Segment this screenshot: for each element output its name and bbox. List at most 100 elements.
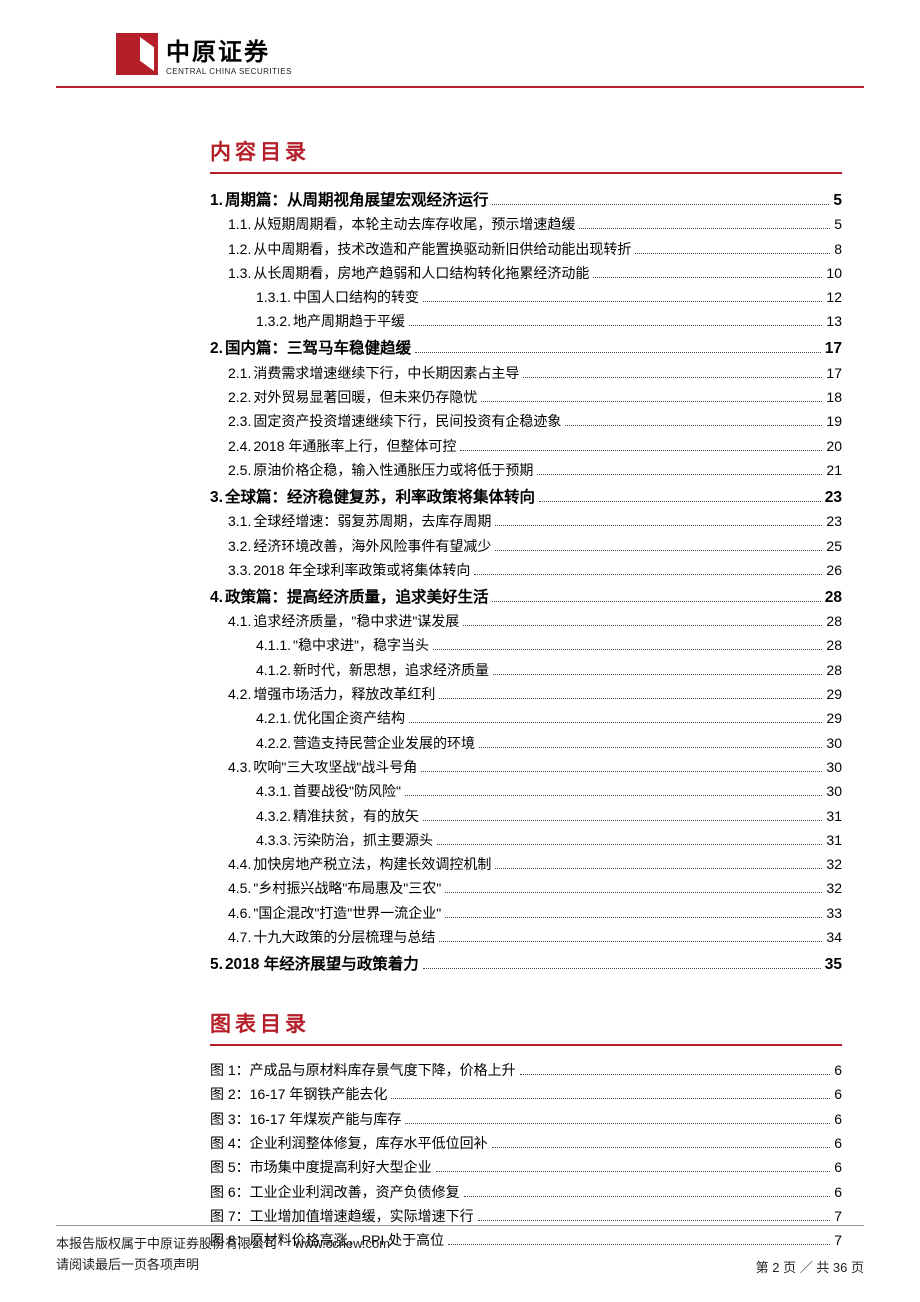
toc-entry[interactable]: 4.3.吹响"三大攻坚战"战斗号角30 [210, 757, 842, 777]
figure-entry-page: 6 [834, 1159, 842, 1175]
toc-entry[interactable]: 4.2.2.营造支持民营企业发展的环境30 [210, 733, 842, 753]
toc-entry-number: 4.4. [228, 856, 251, 872]
toc-leader-dots [495, 542, 822, 550]
toc-leader-dots [579, 221, 830, 229]
toc-entry[interactable]: 1.3.2.地产周期趋于平缓13 [210, 311, 842, 331]
toc-entry[interactable]: 4.4.加快房地产税立法，构建长效调控机制32 [210, 854, 842, 874]
figure-entry-label: 图 4：企业利润整体修复，库存水平低位回补 [210, 1133, 488, 1153]
toc-entry-page: 30 [826, 735, 842, 751]
toc-entry[interactable]: 4.3.3.污染防治，抓主要源头31 [210, 830, 842, 850]
figure-entry[interactable]: 图 7：工业增加值增速趋缓，实际增速下行7 [210, 1206, 842, 1226]
toc-entry-label: 吹响"三大攻坚战"战斗号角 [253, 757, 417, 777]
figure-list-heading: 图表目录 [210, 1008, 842, 1046]
toc-entry-number: 4.1.2. [256, 662, 291, 678]
toc-entry[interactable]: 4.2.增强市场活力，释放改革红利29 [210, 684, 842, 704]
toc-entry-page: 28 [826, 613, 842, 629]
toc-entry[interactable]: 4.7.十九大政策的分层梳理与总结34 [210, 927, 842, 947]
toc-entry-number: 4. [210, 589, 223, 607]
toc-entry-label: 经济环境改善，海外风险事件有望减少 [253, 536, 491, 556]
toc-leader-dots [635, 245, 830, 253]
figure-leader-dots [405, 1115, 830, 1123]
toc-entry-label: 国内篇：三驾马车稳健趋缓 [225, 336, 411, 358]
toc-entry-label: 政策篇：提高经济质量，追求美好生活 [225, 585, 489, 607]
toc-entry-number: 4.2. [228, 686, 251, 702]
toc-entry[interactable]: 1.3.1.中国人口结构的转变12 [210, 287, 842, 307]
toc-entry-number: 4.6. [228, 905, 251, 921]
toc-entry[interactable]: 4.1.2.新时代，新思想，追求经济质量28 [210, 660, 842, 680]
figure-entry[interactable]: 图 4：企业利润整体修复，库存水平低位回补6 [210, 1133, 842, 1153]
toc-entry-page: 13 [826, 313, 842, 329]
toc-leader-dots [460, 442, 822, 450]
toc-leader-dots [405, 788, 822, 796]
toc-entry[interactable]: 1.2.从中周期看，技术改造和产能置换驱动新旧供给动能出现转折8 [210, 239, 842, 259]
toc-entry-label: "稳中求进"，稳字当头 [293, 635, 429, 655]
toc-entry-page: 31 [826, 808, 842, 824]
toc-entry-number: 1.2. [228, 241, 251, 257]
toc-entry-page: 30 [826, 759, 842, 775]
toc-entry-page: 5 [834, 216, 842, 232]
toc-entry[interactable]: 1.1.从短期周期看，本轮主动去库存收尾，预示增速趋缓5 [210, 214, 842, 234]
toc-entry[interactable]: 2.4.2018 年通胀率上行，但整体可控20 [210, 436, 842, 456]
figure-entry[interactable]: 图 1：产成品与原材料库存景气度下降，价格上升6 [210, 1060, 842, 1080]
toc-entry-label: 周期篇：从周期视角展望宏观经济运行 [225, 188, 489, 210]
toc-entry[interactable]: 2.2.对外贸易显著回暖，但未来仍存隐忧18 [210, 387, 842, 407]
toc-leader-dots [493, 666, 822, 674]
toc-entry-label: 中国人口结构的转变 [293, 287, 419, 307]
toc-entry-page: 21 [826, 462, 842, 478]
toc-entry-number: 5. [210, 956, 223, 974]
toc-entry-label: 地产周期趋于平缓 [293, 311, 405, 331]
toc-entry-page: 33 [826, 905, 842, 921]
toc-entry-page: 19 [826, 413, 842, 429]
toc-entry-label: 消费需求增速继续下行，中长期因素占主导 [253, 363, 519, 383]
toc-entry[interactable]: 4.1.追求经济质量，"稳中求进"谋发展28 [210, 611, 842, 631]
toc-entry-label: 对外贸易显著回暖，但未来仍存隐忧 [253, 387, 477, 407]
toc-entry[interactable]: 4.2.1.优化国企资产结构29 [210, 708, 842, 728]
toc-entry[interactable]: 1.3.从长周期看，房地产趋弱和人口结构转化拖累经济动能10 [210, 263, 842, 283]
toc-entry-number: 2.3. [228, 413, 251, 429]
toc-leader-dots [495, 518, 822, 526]
toc-entry-page: 28 [825, 589, 842, 607]
figure-entry-label: 图 6：工业企业利润改善，资产负债修复 [210, 1182, 460, 1202]
toc-entry-label: 从中周期看，技术改造和产能置换驱动新旧供给动能出现转折 [253, 239, 631, 259]
toc-entry[interactable]: 1.周期篇：从周期视角展望宏观经济运行5 [210, 188, 842, 210]
toc-entry-label: 原油价格企稳，输入性通胀压力或将低于预期 [253, 460, 533, 480]
toc-leader-dots [492, 196, 829, 205]
toc-entry[interactable]: 3.全球篇：经济稳健复苏，利率政策将集体转向23 [210, 485, 842, 507]
toc-entry[interactable]: 5.2018 年经济展望与政策着力35 [210, 952, 842, 974]
toc-entry[interactable]: 3.3.2018 年全球利率政策或将集体转向26 [210, 560, 842, 580]
toc-entry-page: 18 [826, 389, 842, 405]
toc-entry-number: 1.3. [228, 265, 251, 281]
toc-entry[interactable]: 4.3.2.精准扶贫，有的放矢31 [210, 806, 842, 826]
toc-entry-page: 23 [825, 489, 842, 507]
toc-entry-page: 25 [826, 538, 842, 554]
figure-entry[interactable]: 图 3：16-17 年煤炭产能与库存6 [210, 1109, 842, 1129]
toc-leader-dots [539, 493, 821, 502]
figure-entry[interactable]: 图 6：工业企业利润改善，资产负债修复6 [210, 1182, 842, 1202]
figure-entry[interactable]: 图 5：市场集中度提高利好大型企业6 [210, 1157, 842, 1177]
toc-entry[interactable]: 2.国内篇：三驾马车稳健趋缓17 [210, 336, 842, 358]
figure-entry[interactable]: 图 2：16-17 年钢铁产能去化6 [210, 1084, 842, 1104]
toc-entry[interactable]: 4.3.1.首要战役"防风险"30 [210, 781, 842, 801]
toc-entry-page: 20 [826, 438, 842, 454]
toc-entry[interactable]: 4.政策篇：提高经济质量，追求美好生活 28 [210, 585, 842, 607]
toc-entry-label: 2018 年全球利率政策或将集体转向 [253, 560, 470, 580]
logo-icon [116, 33, 158, 75]
toc-entry[interactable]: 3.2.经济环境改善，海外风险事件有望减少25 [210, 536, 842, 556]
toc-entry[interactable]: 4.6."国企混改"打造"世界一流企业"33 [210, 903, 842, 923]
logo-chinese: 中原证券 [166, 32, 292, 67]
toc-entry-number: 3.3. [228, 562, 251, 578]
toc-entry-page: 35 [825, 956, 842, 974]
toc-entry[interactable]: 4.1.1."稳中求进"，稳字当头28 [210, 635, 842, 655]
toc-entry[interactable]: 2.1.消费需求增速继续下行，中长期因素占主导17 [210, 363, 842, 383]
toc-entry-label: 从短期周期看，本轮主动去库存收尾，预示增速趋缓 [253, 214, 575, 234]
toc-entry[interactable]: 4.5."乡村振兴战略"布局惠及"三农"32 [210, 878, 842, 898]
toc-entry-page: 17 [825, 340, 842, 358]
toc-entry-label: 十九大政策的分层梳理与总结 [253, 927, 435, 947]
toc-entry[interactable]: 2.5.原油价格企稳，输入性通胀压力或将低于预期21 [210, 460, 842, 480]
website-text: www.ccnew.com [295, 1236, 390, 1251]
toc-leader-dots [423, 812, 822, 820]
toc-leader-dots [445, 885, 822, 893]
toc-entry[interactable]: 2.3.固定资产投资增速继续下行，民间投资有企稳迹象19 [210, 411, 842, 431]
figure-entry-label: 图 3：16-17 年煤炭产能与库存 [210, 1109, 401, 1129]
toc-entry[interactable]: 3.1.全球经增速：弱复苏周期，去库存周期23 [210, 511, 842, 531]
